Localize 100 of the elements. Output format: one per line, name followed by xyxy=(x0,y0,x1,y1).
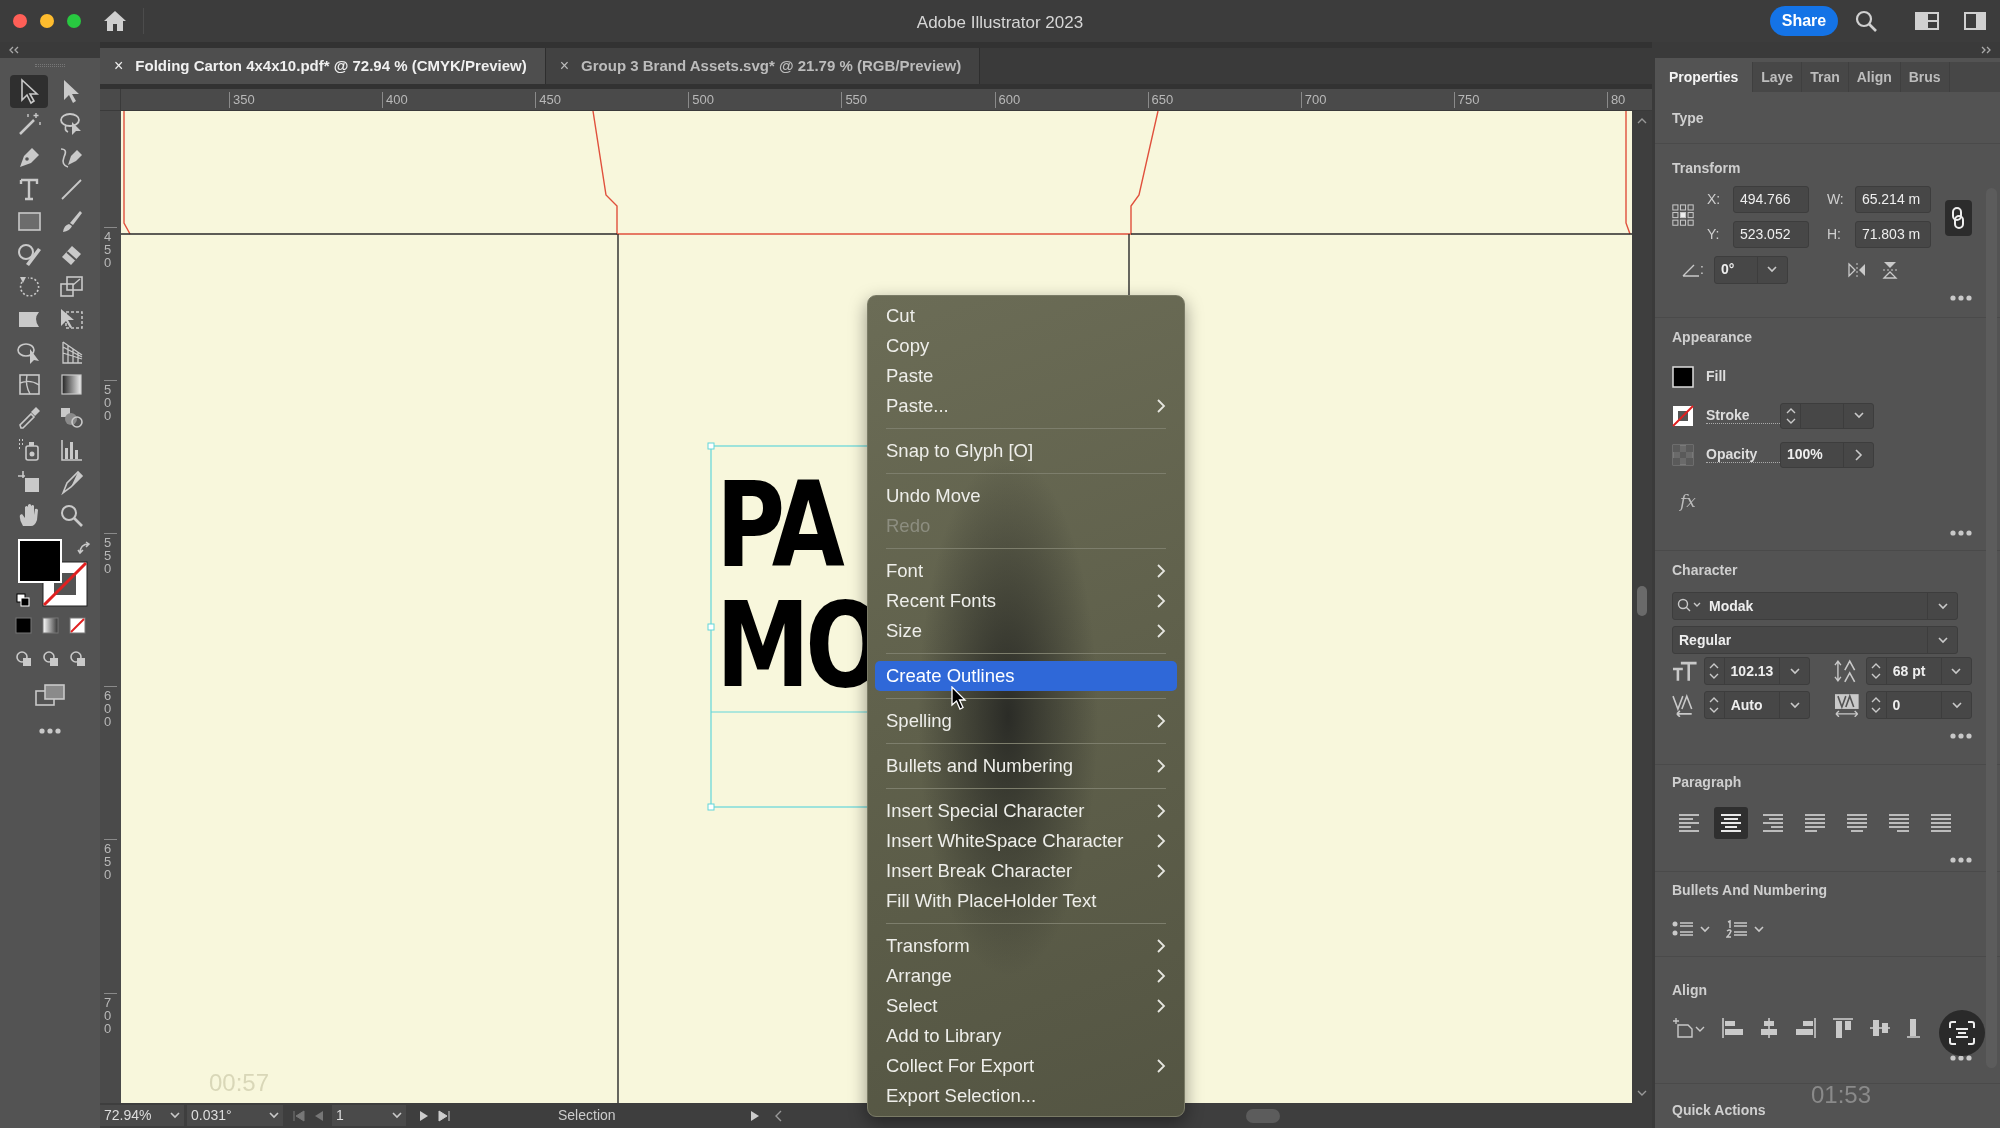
transform-field[interactable]: 65.214 m xyxy=(1854,186,1931,213)
font-size-field[interactable]: 102.13 xyxy=(1703,657,1811,685)
caret-icon[interactable] xyxy=(1789,701,1800,709)
kerning-field[interactable]: Auto xyxy=(1703,691,1811,719)
stroke-weight-field[interactable] xyxy=(1780,402,1874,429)
menu-item[interactable]: Create Outlines xyxy=(875,661,1177,691)
tracking-field[interactable]: 0 xyxy=(1865,691,1972,719)
scrollbar-thumb[interactable] xyxy=(1245,1108,1280,1123)
stepper-icon[interactable] xyxy=(1871,661,1882,681)
align-horizontal-centers-icon[interactable] xyxy=(1758,1017,1780,1039)
flip-vertical-icon[interactable] xyxy=(1881,260,1898,279)
reference-point-icon[interactable] xyxy=(1672,202,1695,229)
fill-swatch[interactable] xyxy=(1672,365,1694,388)
draw-normal-icon[interactable] xyxy=(14,650,32,668)
more-tools-icon[interactable] xyxy=(39,728,61,735)
opacity-field[interactable]: 100% xyxy=(1780,441,1874,468)
minimize-window-button[interactable] xyxy=(40,14,54,28)
caret-icon[interactable] xyxy=(1937,636,1948,644)
opacity-swatch[interactable] xyxy=(1672,443,1694,466)
first-artboard-icon[interactable] xyxy=(292,1109,306,1122)
stepper-icon[interactable] xyxy=(1709,695,1720,715)
flip-horizontal-icon[interactable] xyxy=(1847,261,1866,278)
caret-icon[interactable] xyxy=(1700,925,1710,933)
align-to-icon[interactable] xyxy=(1672,1017,1706,1039)
scrollbar-thumb[interactable] xyxy=(1637,586,1647,616)
menu-item[interactable]: Collect For Export xyxy=(875,1051,1177,1081)
caret-icon[interactable] xyxy=(1789,667,1800,675)
menu-item[interactable]: Insert WhiteSpace Character xyxy=(875,826,1177,856)
scroll-up-icon[interactable] xyxy=(1637,117,1647,124)
transform-field[interactable]: 71.803 m xyxy=(1854,221,1931,248)
workspace-icon[interactable] xyxy=(1915,12,1939,30)
caret-icon[interactable] xyxy=(269,1112,279,1119)
color-mode-icon[interactable] xyxy=(14,617,32,635)
collapse-icon[interactable] xyxy=(8,46,20,54)
expand-icon[interactable] xyxy=(1980,46,1992,54)
font-family-dropdown[interactable]: Modak xyxy=(1672,592,1958,620)
align-top-edges-icon[interactable] xyxy=(1832,1017,1854,1039)
panel-toggle-icon[interactable] xyxy=(1964,12,1986,30)
caret-icon[interactable] xyxy=(1951,667,1962,675)
stepper-icon[interactable] xyxy=(1871,695,1882,715)
panel-tab[interactable]: Properties xyxy=(1655,62,1754,92)
home-icon[interactable] xyxy=(103,10,127,32)
font-style-dropdown[interactable]: Regular xyxy=(1672,626,1958,654)
zoom-dropdown[interactable]: 72.94% xyxy=(100,1105,184,1126)
panel-tab[interactable]: Tran xyxy=(1802,62,1849,92)
close-tab-button[interactable]: × xyxy=(114,54,124,78)
none-mode-icon[interactable] xyxy=(68,617,86,635)
default-colors-icon[interactable] xyxy=(16,593,30,608)
leading-field[interactable]: 68 pt xyxy=(1865,657,1972,685)
last-artboard-icon[interactable] xyxy=(437,1109,451,1122)
panel-tab[interactable]: Align xyxy=(1848,62,1901,92)
menu-item[interactable]: Export Selection... xyxy=(875,1081,1177,1111)
chevron-icon[interactable] xyxy=(1854,448,1863,461)
menu-item[interactable]: Snap to Glyph [O] xyxy=(875,436,1177,466)
stroke-swatch[interactable] xyxy=(1672,404,1694,427)
align-vertical-centers-icon[interactable] xyxy=(1869,1017,1891,1039)
align-left-edges-icon[interactable] xyxy=(1721,1017,1743,1039)
maximize-window-button[interactable] xyxy=(67,14,81,28)
menu-item[interactable]: Select xyxy=(875,991,1177,1021)
status-tool-label[interactable]: Selection xyxy=(558,1105,616,1126)
caret-icon[interactable] xyxy=(1853,412,1864,419)
document-tab[interactable]: × Group 3 Brand Assets.svg* @ 21.79 % (RGB/Preview) xyxy=(545,48,981,84)
menu-item[interactable]: Recent Fonts xyxy=(875,586,1177,616)
search-icon[interactable] xyxy=(1677,598,1703,614)
angle-field[interactable]: 0° xyxy=(1713,255,1788,284)
gradient-mode-icon[interactable] xyxy=(41,617,59,635)
more-icon[interactable] xyxy=(1950,733,1972,739)
panel-tab[interactable]: Brus xyxy=(1900,62,1950,92)
constrain-proportions-button[interactable] xyxy=(1944,200,1972,236)
menu-item[interactable]: Arrange xyxy=(875,961,1177,991)
menu-item[interactable]: Copy xyxy=(875,331,1177,361)
search-icon[interactable] xyxy=(1855,10,1877,32)
caret-icon[interactable] xyxy=(170,1112,180,1119)
share-button[interactable]: Share xyxy=(1770,6,1838,36)
caret-icon[interactable] xyxy=(1951,701,1962,709)
panel-tab[interactable]: Laye xyxy=(1753,62,1803,92)
menu-item[interactable]: Transform xyxy=(875,931,1177,961)
menu-item[interactable]: Insert Special Character xyxy=(875,796,1177,826)
menu-item[interactable]: Size xyxy=(875,616,1177,646)
document-tab[interactable]: × Folding Carton 4x4x10.pdf* @ 72.94 % (CMYK/Preview) xyxy=(100,48,546,84)
bullet-list-icon[interactable] xyxy=(1672,920,1694,938)
stepper-icon[interactable] xyxy=(1709,661,1720,681)
numbered-list-icon[interactable] xyxy=(1726,920,1748,938)
caret-icon[interactable] xyxy=(1937,602,1948,610)
transform-field[interactable]: 523.052 xyxy=(1732,221,1809,248)
menu-item[interactable]: Insert Break Character xyxy=(875,856,1177,886)
scroll-down-icon[interactable] xyxy=(1637,1090,1647,1097)
paragraph-align-button[interactable] xyxy=(1714,807,1748,840)
close-tab-button[interactable]: × xyxy=(559,54,570,78)
screen-mode-icon[interactable] xyxy=(35,684,65,707)
draw-inside-icon[interactable] xyxy=(68,650,86,668)
align-right-edges-icon[interactable] xyxy=(1795,1017,1817,1039)
artboard-dropdown[interactable]: 1 xyxy=(332,1105,406,1126)
caret-icon[interactable] xyxy=(1767,266,1778,273)
menu-item[interactable]: Undo Move xyxy=(875,481,1177,511)
menu-item[interactable]: Add to Library xyxy=(875,1021,1177,1051)
more-icon[interactable] xyxy=(1950,530,1972,536)
menu-item[interactable]: Paste xyxy=(875,361,1177,391)
more-icon[interactable] xyxy=(1950,857,1972,864)
more-icon[interactable] xyxy=(1950,295,1972,301)
